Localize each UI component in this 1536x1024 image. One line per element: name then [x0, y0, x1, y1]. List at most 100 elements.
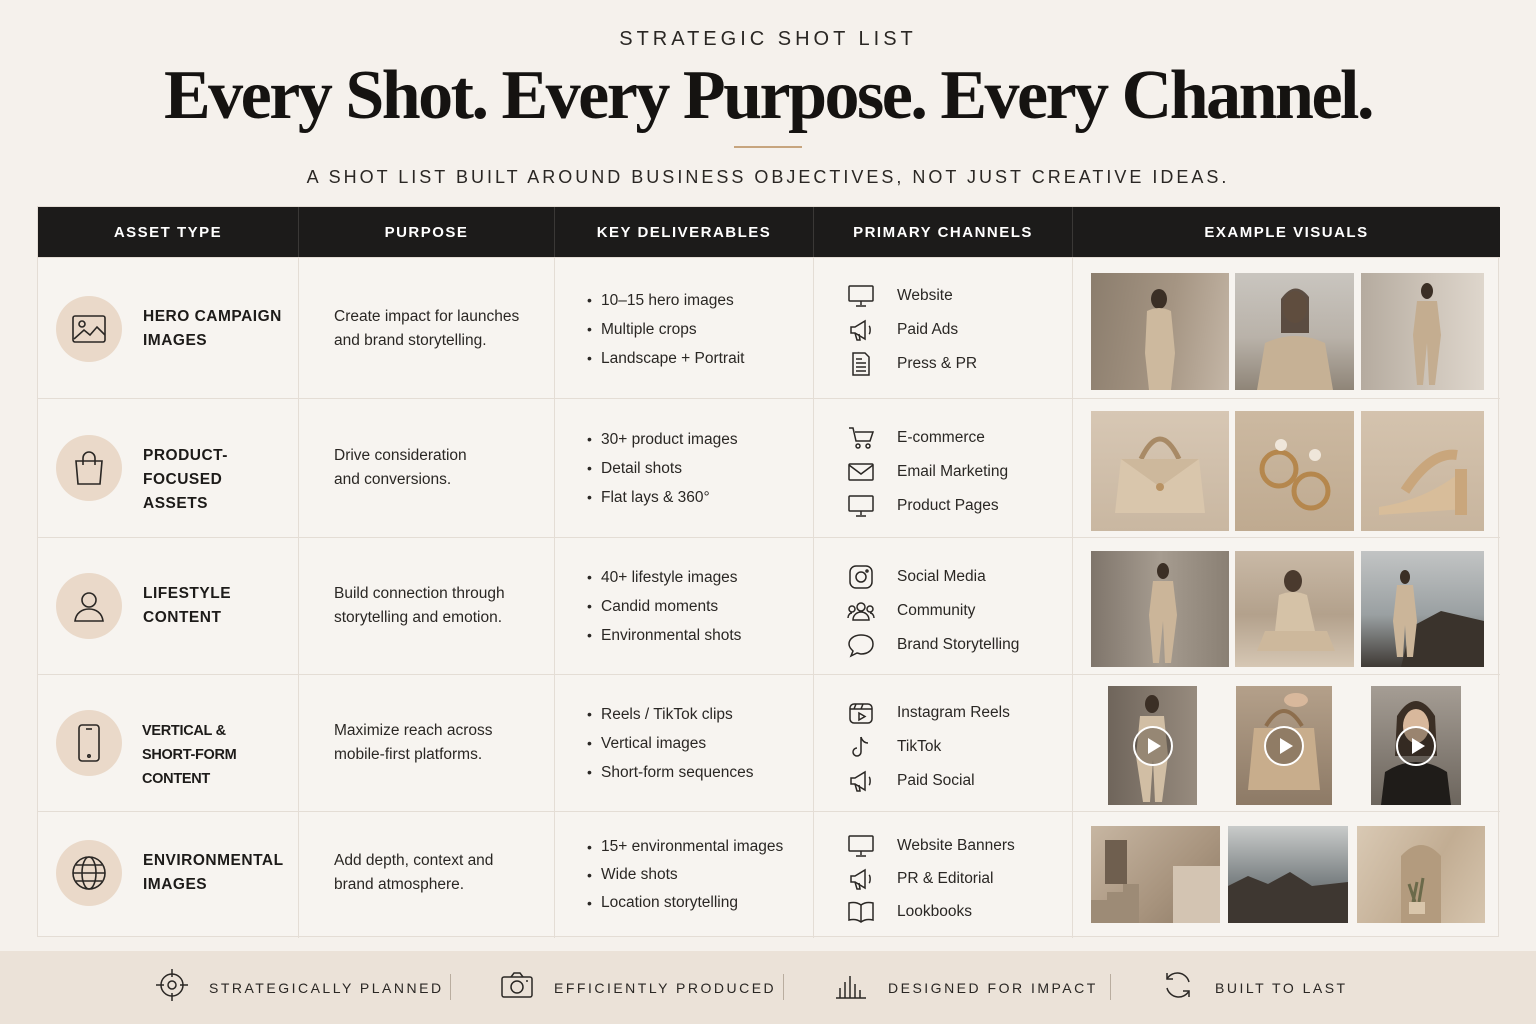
- deliverables-cell: 10–15 hero images Multiple crops Landsca…: [555, 258, 814, 398]
- visuals-cell: [1073, 538, 1500, 674]
- photo-stone-staircase-courtyard: [1091, 826, 1220, 923]
- asset-type-cell: PRODUCT-FOCUSED ASSETS: [38, 399, 299, 537]
- photo-beige-handbag: [1091, 411, 1229, 531]
- channel-item: Paid Social: [846, 764, 1010, 798]
- channel-item: Community: [846, 594, 1019, 628]
- channel-item: Social Media: [846, 560, 1019, 594]
- column-header-example-visuals: EXAMPLE VISUALS: [1204, 223, 1369, 241]
- footer-item: DESIGNED FOR IMPACT: [834, 951, 1098, 1024]
- footer-label: EFFICIENTLY PRODUCED: [554, 979, 777, 996]
- footer-divider: [450, 974, 451, 1000]
- channel-item: PR & Editorial: [846, 862, 1015, 895]
- visuals-strip: [1091, 686, 1461, 805]
- deliverables-list: 40+ lifestyle images Candid moments Envi…: [587, 563, 741, 650]
- play-button-icon[interactable]: [1132, 725, 1173, 766]
- channel-item: Lookbooks: [846, 895, 1015, 928]
- channels-list: Website Paid Ads Press & PR: [846, 279, 977, 381]
- footer-divider: [1110, 974, 1111, 1000]
- footer-label: STRATEGICALLY PLANNED: [209, 979, 444, 996]
- purpose-text: Build connection through storytelling and…: [334, 585, 505, 626]
- column-header-primary-channels: PRIMARY CHANNELS: [814, 207, 1073, 257]
- footer-divider: [783, 974, 784, 1000]
- eyebrow-title: STRATEGIC SHOT LIST: [619, 28, 917, 50]
- deliverable-item: 40+ lifestyle images: [587, 563, 741, 592]
- asset-type-label: PRODUCT-FOCUSED ASSETS: [143, 447, 228, 512]
- photo-rocky-seascape: [1228, 826, 1348, 923]
- photo-beige-heeled-sandal: [1361, 411, 1484, 531]
- photo-gold-hoop-earrings: [1235, 411, 1354, 531]
- deliverable-item: 10–15 hero images: [587, 286, 744, 315]
- purpose-cell: Create impact for launches and brand stor…: [299, 258, 555, 398]
- column-header-purpose: PURPOSE: [299, 207, 555, 257]
- deliverable-item: Detail shots: [587, 454, 738, 483]
- channel-item: Website: [846, 279, 977, 313]
- purpose-text: Drive consideration and conversions.: [334, 447, 467, 488]
- purpose-text: Add depth, context and brand atmosphere.: [334, 852, 494, 893]
- deliverable-item: Wide shots: [587, 861, 783, 889]
- asset-type-label: VERTICAL & SHORT-FORM CONTENT: [142, 723, 237, 787]
- speech-bubble-icon: [846, 630, 876, 660]
- video-thumb-woman-suit[interactable]: [1108, 686, 1197, 805]
- visuals-cell: [1073, 812, 1500, 938]
- channel-item: Instagram Reels: [846, 696, 1010, 730]
- visuals-strip: [1091, 551, 1484, 667]
- refresh-icon: [1161, 968, 1195, 1007]
- video-thumb-handbag-hands[interactable]: [1236, 686, 1332, 805]
- footer-item: BUILT TO LAST: [1161, 951, 1348, 1024]
- photo-woman-suit-corridor: [1091, 551, 1229, 667]
- purpose-text: Maximize reach across mobile-first platfo…: [334, 722, 493, 763]
- channel-item: Press & PR: [846, 347, 977, 381]
- monitor-icon: [846, 831, 876, 861]
- asset-type-cell: HERO CAMPAIGN IMAGES: [38, 258, 299, 398]
- visuals-strip: [1091, 411, 1484, 531]
- asset-type-cell: LIFESTYLE CONTENT: [38, 538, 299, 674]
- channels-list: Website Banners PR & Editorial Lookbooks: [846, 829, 1015, 928]
- photo-woman-beige-suit-wall: [1091, 273, 1229, 390]
- megaphone-icon: [846, 766, 876, 796]
- channels-cell: Instagram Reels TikTok Paid Social: [814, 675, 1073, 811]
- purpose-cell: Drive consideration and conversions.: [299, 399, 555, 537]
- footer-label: BUILT TO LAST: [1215, 979, 1348, 996]
- newspaper-icon: [846, 349, 876, 379]
- purpose-cell: Add depth, context and brand atmosphere.: [299, 812, 555, 938]
- deliverables-list: Reels / TikTok clips Vertical images Sho…: [587, 700, 754, 787]
- deliverable-item: Location storytelling: [587, 889, 783, 917]
- table-row: PRODUCT-FOCUSED ASSETS Drive consideratio…: [38, 398, 1500, 537]
- channels-list: E-commerce Email Marketing Product Pages: [846, 421, 1008, 523]
- asset-type-cell: VERTICAL & SHORT-FORM CONTENT: [38, 675, 299, 811]
- monitor-icon: [846, 491, 876, 521]
- table-row: HERO CAMPAIGN IMAGES Create impact for la…: [38, 257, 1500, 398]
- user-icon: [56, 573, 122, 639]
- column-header-asset-type: ASSET TYPE: [38, 207, 299, 257]
- table-header: ASSET TYPE PURPOSE KEY DELIVERABLES PRIM…: [38, 207, 1500, 257]
- cart-icon: [846, 423, 876, 453]
- megaphone-icon: [846, 864, 876, 894]
- table-row: LIFESTYLE CONTENT Build connection throug…: [38, 537, 1500, 674]
- play-button-icon[interactable]: [1396, 725, 1436, 766]
- channel-item: Product Pages: [846, 489, 1008, 523]
- asset-type-cell: ENVIRONMENTAL IMAGES: [38, 812, 299, 938]
- crosshair-icon: [155, 968, 189, 1007]
- camera-icon: [500, 970, 534, 1005]
- photo-arched-alcove-plant: [1357, 826, 1485, 923]
- accent-divider: [734, 146, 802, 148]
- channel-item: TikTok: [846, 730, 1010, 764]
- deliverables-list: 10–15 hero images Multiple crops Landsca…: [587, 286, 744, 373]
- channels-list: Social Media Community Brand Storytellin…: [846, 560, 1019, 662]
- deliverable-item: 30+ product images: [587, 425, 738, 454]
- deliverables-cell: 40+ lifestyle images Candid moments Envi…: [555, 538, 814, 674]
- smartphone-icon: [56, 710, 122, 776]
- deliverables-list: 30+ product images Detail shots Flat lay…: [587, 425, 738, 512]
- book-icon: [846, 897, 876, 927]
- deliverable-item: Landscape + Portrait: [587, 344, 744, 373]
- deliverable-item: Flat lays & 360°: [587, 483, 738, 512]
- page-subtitle: A SHOT LIST BUILT AROUND BUSINESS OBJECT…: [306, 167, 1230, 187]
- shopping-bag-icon: [56, 435, 122, 501]
- video-play-icon: [846, 698, 876, 728]
- photo-woman-beige-suit-full: [1361, 273, 1484, 390]
- video-thumb-woman-portrait[interactable]: [1371, 686, 1461, 805]
- photo-woman-seated-beach: [1235, 551, 1354, 667]
- play-button-icon[interactable]: [1264, 725, 1304, 766]
- channel-item: Website Banners: [846, 829, 1015, 862]
- visuals-cell: [1073, 399, 1500, 537]
